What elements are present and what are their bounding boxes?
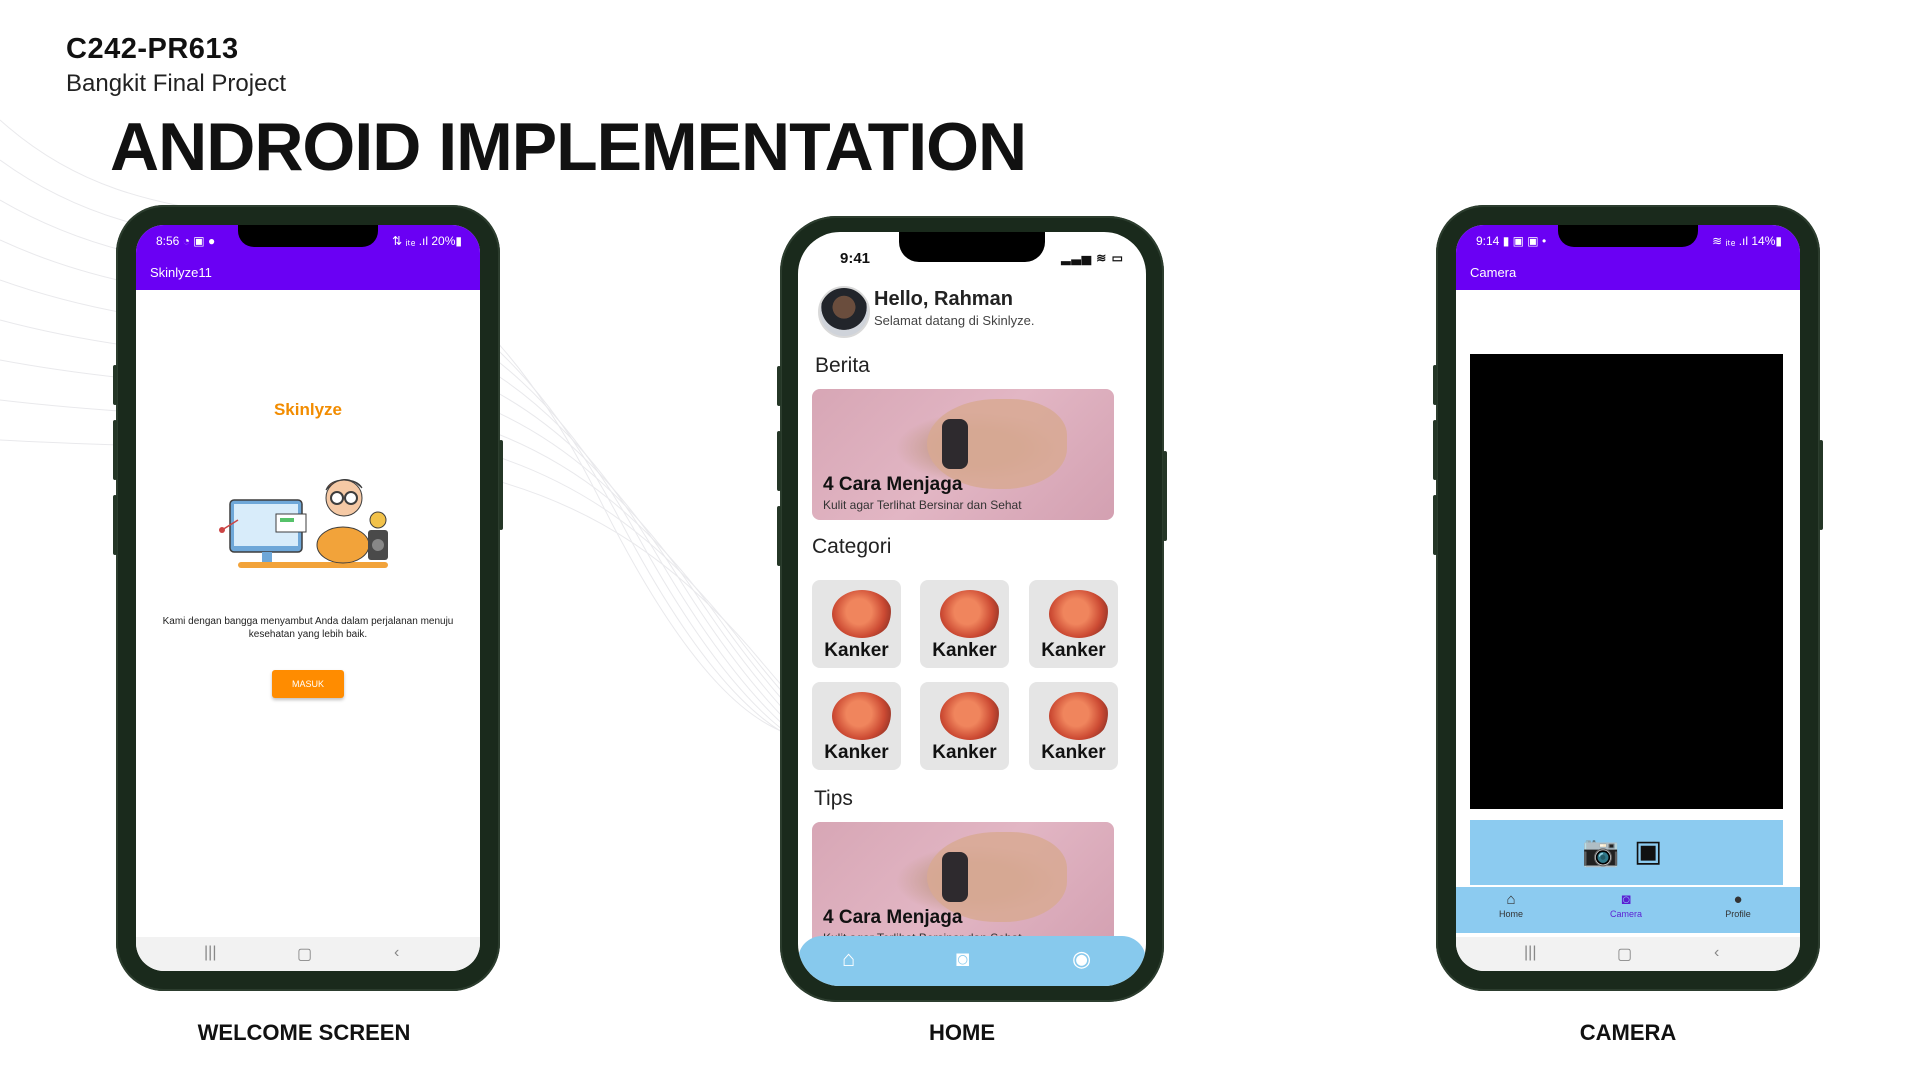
back-button[interactable]: ‹ [1714,944,1719,962]
nav-camera-label: Camera [1609,909,1642,919]
tips-card[interactable]: 4 Cara Menjaga Kulit agar Terlihat Bersi… [812,822,1114,953]
camera-preview [1470,354,1783,809]
camera-icon[interactable]: ◙ [956,946,969,972]
bottom-navigation: ⌂ ◙ ◉ [798,936,1146,986]
recent-apps-button[interactable]: ||| [204,944,216,962]
welcome-illustration [219,479,388,568]
avatar[interactable] [818,286,870,338]
greeting-subtitle: Selamat datang di Skinlyze. [874,313,1035,328]
welcome-message: Kami dengan bangga menyambut Anda dalam … [162,616,454,640]
category-label: Kanker [824,742,889,763]
category-item[interactable]: Kanker [920,580,1009,668]
phone-home: 9:41 ▂▃▅ ≋ ▭ Hello, Rahman Selamat datan… [777,216,1167,1002]
camera-icon: ◙ [1621,891,1631,908]
camera-icon[interactable]: 📷 [1582,834,1619,869]
profile-icon: ● [1733,891,1743,908]
app-bar: Camera [1456,255,1800,290]
section-berita: Berita [815,354,870,377]
nav-profile-label: Profile [1725,909,1751,919]
category-item[interactable]: Kanker [812,682,901,770]
nav-home[interactable]: ⌂ Home [1471,891,1551,919]
category-item[interactable]: Kanker [812,580,901,668]
phone-camera: 9:14 ▮ ▣ ▣ • ≋ ᵢₜₑ .ıl 14%▮ Camera 📷 ▣ ⌂… [1433,205,1823,991]
news-subtitle: Kulit agar Terlihat Bersinar dan Sehat [823,498,1022,512]
category-label: Kanker [932,742,997,763]
category-label: Kanker [1041,640,1106,661]
brand-name: Skinlyze [273,400,343,419]
bottom-navigation: ⌂ Home ◙ Camera ● Profile [1456,887,1800,933]
home-button[interactable]: ▢ [1617,944,1632,964]
home-icon[interactable]: ⌂ [842,946,855,972]
caption-home: HOME [929,1020,995,1045]
news-card[interactable]: 4 Cara Menjaga Kulit agar Terlihat Bersi… [812,389,1114,520]
home-icon: ⌂ [1506,891,1516,908]
app-bar: Skinlyze11 [136,255,480,290]
category-label: Kanker [932,640,997,661]
section-categori: Categori [812,535,892,558]
camera-action-bar: 📷 ▣ [1470,820,1783,885]
category-label: Kanker [824,640,889,661]
project-subtitle: Bangkit Final Project [66,70,287,97]
android-nav-bar: ||| ▢ ‹ [1456,937,1800,971]
gallery-icon[interactable]: ▣ [1634,834,1662,869]
nav-profile[interactable]: ● Profile [1698,891,1778,919]
category-label: Kanker [1041,742,1106,763]
phone-welcome: 8:56 ◔ ▣ ● ⇅ ᵢₜₑ .ıl 20%▮ Skinlyze11 Ski… [113,205,503,991]
section-tips: Tips [814,787,853,810]
status-time: 8:56 ◔ ▣ ● [156,234,216,248]
caption-camera: CAMERA [1579,1020,1677,1045]
news-title: 4 Cara Menjaga [823,474,963,495]
camera-screen: 9:14 ▮ ▣ ▣ • ≋ ᵢₜₑ .ıl 14%▮ Camera 📷 ▣ ⌂… [1456,225,1800,971]
nav-home-label: Home [1498,909,1523,919]
profile-icon[interactable]: ◉ [1072,946,1091,972]
app-bar-title: Camera [1470,265,1517,280]
greeting: Hello, Rahman [874,288,1013,310]
welcome-screen: 8:56 ◔ ▣ ● ⇅ ᵢₜₑ .ıl 20%▮ Skinlyze11 Ski… [136,225,480,971]
category-item[interactable]: Kanker [1029,580,1118,668]
category-item[interactable]: Kanker [920,682,1009,770]
status-time: 9:14 ▮ ▣ ▣ • [1476,234,1547,248]
android-nav-bar: ||| ▢ ‹ [136,937,480,971]
nav-camera[interactable]: ◙ Camera [1586,891,1666,919]
status-icons: ≋ ᵢₜₑ .ıl 14%▮ [1712,234,1782,248]
category-item[interactable]: Kanker [1029,682,1118,770]
status-time: 9:41 [840,250,871,267]
status-icons: ⇅ ᵢₜₑ .ıl 20%▮ [392,234,462,248]
status-icons: ▂▃▅ ≋ ▭ [1061,251,1124,265]
recent-apps-button[interactable]: ||| [1524,944,1536,962]
masuk-button[interactable]: MASUK [272,670,344,698]
back-button[interactable]: ‹ [394,944,399,962]
home-screen: 9:41 ▂▃▅ ≋ ▭ Hello, Rahman Selamat datan… [798,232,1146,986]
project-code: C242-PR613 [66,33,239,65]
app-bar-title: Skinlyze11 [150,265,212,280]
home-button[interactable]: ▢ [297,944,312,964]
caption-welcome: WELCOME SCREEN [197,1020,411,1045]
page-title: ANDROID IMPLEMENTATION [110,109,1027,185]
tips-title: 4 Cara Menjaga [823,907,963,928]
